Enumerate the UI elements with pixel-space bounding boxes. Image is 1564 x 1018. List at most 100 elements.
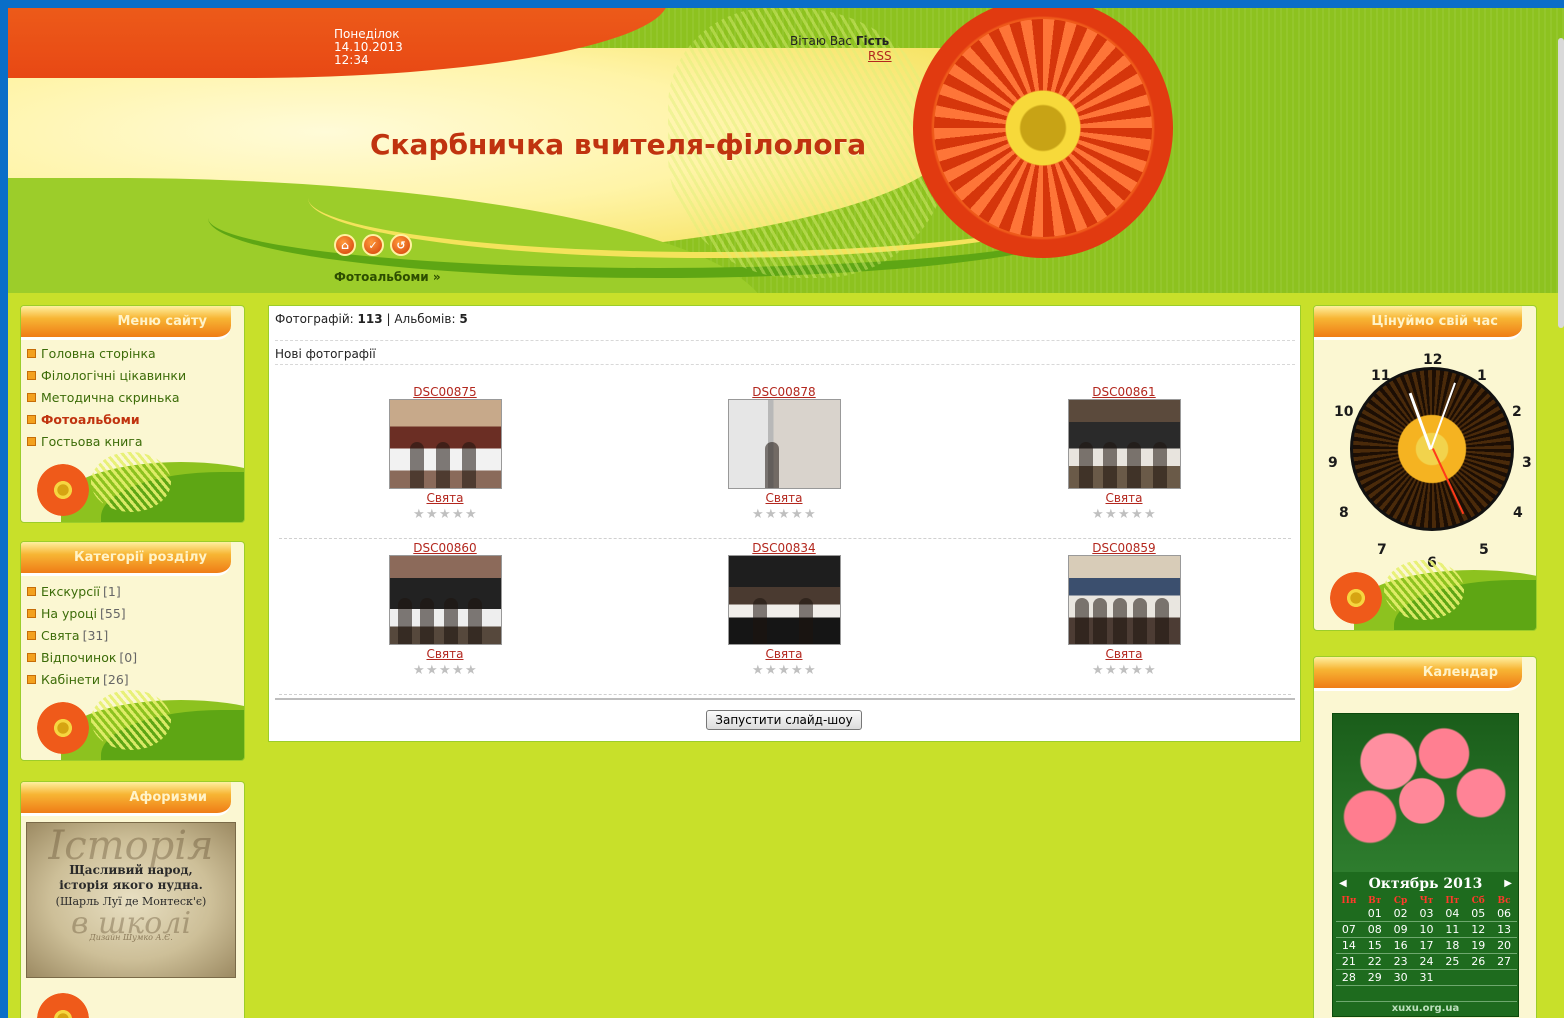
photo-title-link[interactable]: DSC00875	[413, 385, 476, 399]
calendar-flower-image	[1333, 714, 1518, 872]
calendar-day[interactable]: 16	[1387, 939, 1414, 954]
calendar-day	[1413, 987, 1440, 1002]
calendar-day[interactable]: 25	[1439, 955, 1466, 970]
calendar-day[interactable]: 27	[1491, 955, 1517, 970]
rating-stars[interactable]: ★ ★ ★ ★ ★	[752, 663, 816, 678]
photo-title-link[interactable]: DSC00878	[752, 385, 815, 399]
clock-number: 2	[1512, 404, 1522, 420]
block-decoration	[21, 680, 244, 760]
calendar-day[interactable]: 08	[1361, 923, 1388, 938]
photo-category-link[interactable]: Свята	[1105, 491, 1142, 505]
calendar-block: Календар ◀ Октябрь 2013 ▶ Пн Вт Ср Чт Пт Сб Вс…	[1313, 656, 1537, 1018]
figure	[435, 442, 450, 488]
menu-item-photoalbums[interactable]: Фотоальбоми	[27, 408, 186, 430]
calendar-grid: Пн Вт Ср Чт Пт Сб Вс 01 02 03 04 05 06 07 08 09 10 11 12 13…	[1336, 896, 1517, 1002]
rating-stars[interactable]: ★ ★ ★ ★ ★	[413, 508, 477, 521]
calendar-site-credit[interactable]: xuxu.org.ua	[1333, 1003, 1518, 1014]
site-title[interactable]: Скарбничка вчителя-філолога	[370, 128, 866, 161]
calendar-day[interactable]: 19	[1465, 939, 1492, 954]
calendar-day[interactable]: 18	[1439, 939, 1466, 954]
photo-category-link[interactable]: Свята	[1105, 647, 1142, 661]
calendar-day[interactable]: 24	[1413, 955, 1440, 970]
photo-thumbnail[interactable]	[727, 399, 841, 489]
calendar-day[interactable]: 28	[1336, 971, 1362, 986]
fern-decoration	[91, 690, 171, 750]
home-icon[interactable]: ⌂	[334, 234, 356, 256]
calendar-day[interactable]: 07	[1336, 923, 1362, 938]
calendar-day[interactable]: 12	[1465, 923, 1492, 938]
site-header: Понеділок 14.10.2013 12:34 Вітаю Вас Гіс…	[8, 8, 1564, 293]
photo-thumbnail[interactable]	[388, 555, 502, 645]
row-divider	[279, 538, 1291, 539]
rating-stars[interactable]: ★ ★ ★ ★ ★	[1092, 507, 1156, 522]
calendar-day[interactable]: 13	[1491, 923, 1517, 938]
rating-stars[interactable]: ★ ★ ★ ★ ★	[413, 663, 477, 678]
calendar-day[interactable]: 23	[1387, 955, 1414, 970]
photo-title-link[interactable]: DSC00860	[413, 541, 476, 555]
category-item[interactable]: Відпочинок [0]	[27, 646, 137, 668]
albums-label: Альбомів:	[394, 312, 456, 326]
calendar-title: Календар	[1314, 657, 1522, 691]
calendar-day[interactable]: 30	[1387, 971, 1414, 986]
slideshow-button[interactable]: Запустити слайд-шоу	[706, 710, 862, 730]
rating-stars[interactable]: ★ ★ ★ ★ ★	[1092, 663, 1156, 678]
calendar-day[interactable]: 15	[1361, 939, 1388, 954]
calendar-day	[1465, 987, 1492, 1002]
calendar-day[interactable]: 21	[1336, 955, 1362, 970]
calendar-day[interactable]: 02	[1387, 907, 1414, 922]
calendar-day[interactable]: 11	[1439, 923, 1466, 938]
calendar-day[interactable]: 03	[1413, 907, 1440, 922]
photo-title-link[interactable]: DSC00859	[1092, 541, 1155, 555]
aphorism-line: історія якого нудна.	[59, 878, 203, 892]
figure	[1126, 442, 1141, 488]
welcome-text: Вітаю Вас Гість	[790, 34, 889, 48]
calendar-day[interactable]: 14	[1336, 939, 1362, 954]
rss-link[interactable]: RSS	[868, 49, 892, 63]
calendar-day[interactable]: 01	[1361, 907, 1388, 922]
breadcrumb[interactable]: Фотоальбоми »	[334, 270, 441, 284]
aphorism-image: Історія Щасливий народ, історія якого ну…	[26, 822, 236, 978]
photos-label: Фотографій:	[275, 312, 354, 326]
rating-stars[interactable]: ★ ★ ★ ★ ★	[752, 508, 816, 521]
star-icon: ★	[752, 663, 764, 678]
category-item[interactable]: На уроці [55]	[27, 602, 137, 624]
menu-item-philology[interactable]: Філологічні цікавинки	[27, 364, 186, 386]
menu-item-home[interactable]: Головна сторінка	[27, 342, 186, 364]
star-icon: ★	[1105, 663, 1117, 678]
scrollbar[interactable]	[1558, 38, 1564, 328]
calendar-day	[1491, 971, 1517, 986]
photo-thumbnail[interactable]	[388, 399, 502, 489]
photo-category-link[interactable]: Свята	[765, 647, 802, 661]
calendar-day[interactable]: 20	[1491, 939, 1517, 954]
photo-category-link[interactable]: Свята	[426, 491, 463, 505]
calendar-day[interactable]: 09	[1387, 923, 1414, 938]
calendar-day[interactable]: 22	[1361, 955, 1388, 970]
next-month-arrow-icon[interactable]: ▶	[1504, 878, 1512, 889]
photo-category-link[interactable]: Свята	[765, 491, 802, 505]
check-icon[interactable]: ✓	[362, 234, 384, 256]
photo-thumbnail[interactable]	[1067, 555, 1181, 645]
photo-thumbnail[interactable]	[727, 555, 841, 645]
fern-decoration	[1384, 560, 1464, 620]
star-icon: ★	[1105, 507, 1117, 522]
calendar-day[interactable]: 26	[1465, 955, 1492, 970]
calendar-day[interactable]: 29	[1361, 971, 1388, 986]
calendar-day[interactable]: 10	[1413, 923, 1440, 938]
photo-title-link[interactable]: DSC00861	[1092, 385, 1155, 399]
category-item[interactable]: Свята [31]	[27, 624, 137, 646]
calendar-day[interactable]: 06	[1491, 907, 1517, 922]
calendar-day[interactable]: 04	[1439, 907, 1466, 922]
calendar-day[interactable]: 05	[1465, 907, 1492, 922]
calendar-day[interactable]: 17	[1413, 939, 1440, 954]
category-item[interactable]: Екскурсії [1]	[27, 580, 137, 602]
photo-category-link[interactable]: Свята	[426, 647, 463, 661]
login-icon[interactable]: ↺	[390, 234, 412, 256]
photo-thumbnail[interactable]	[1067, 399, 1181, 489]
star-icon: ★	[439, 663, 451, 678]
menu-item-methods[interactable]: Методична скринька	[27, 386, 186, 408]
figure	[798, 598, 813, 644]
photo-title-link[interactable]: DSC00834	[752, 541, 815, 555]
clock-number: 8	[1339, 505, 1349, 521]
clock-number: 3	[1522, 455, 1532, 471]
calendar-day[interactable]: 31	[1413, 971, 1440, 986]
